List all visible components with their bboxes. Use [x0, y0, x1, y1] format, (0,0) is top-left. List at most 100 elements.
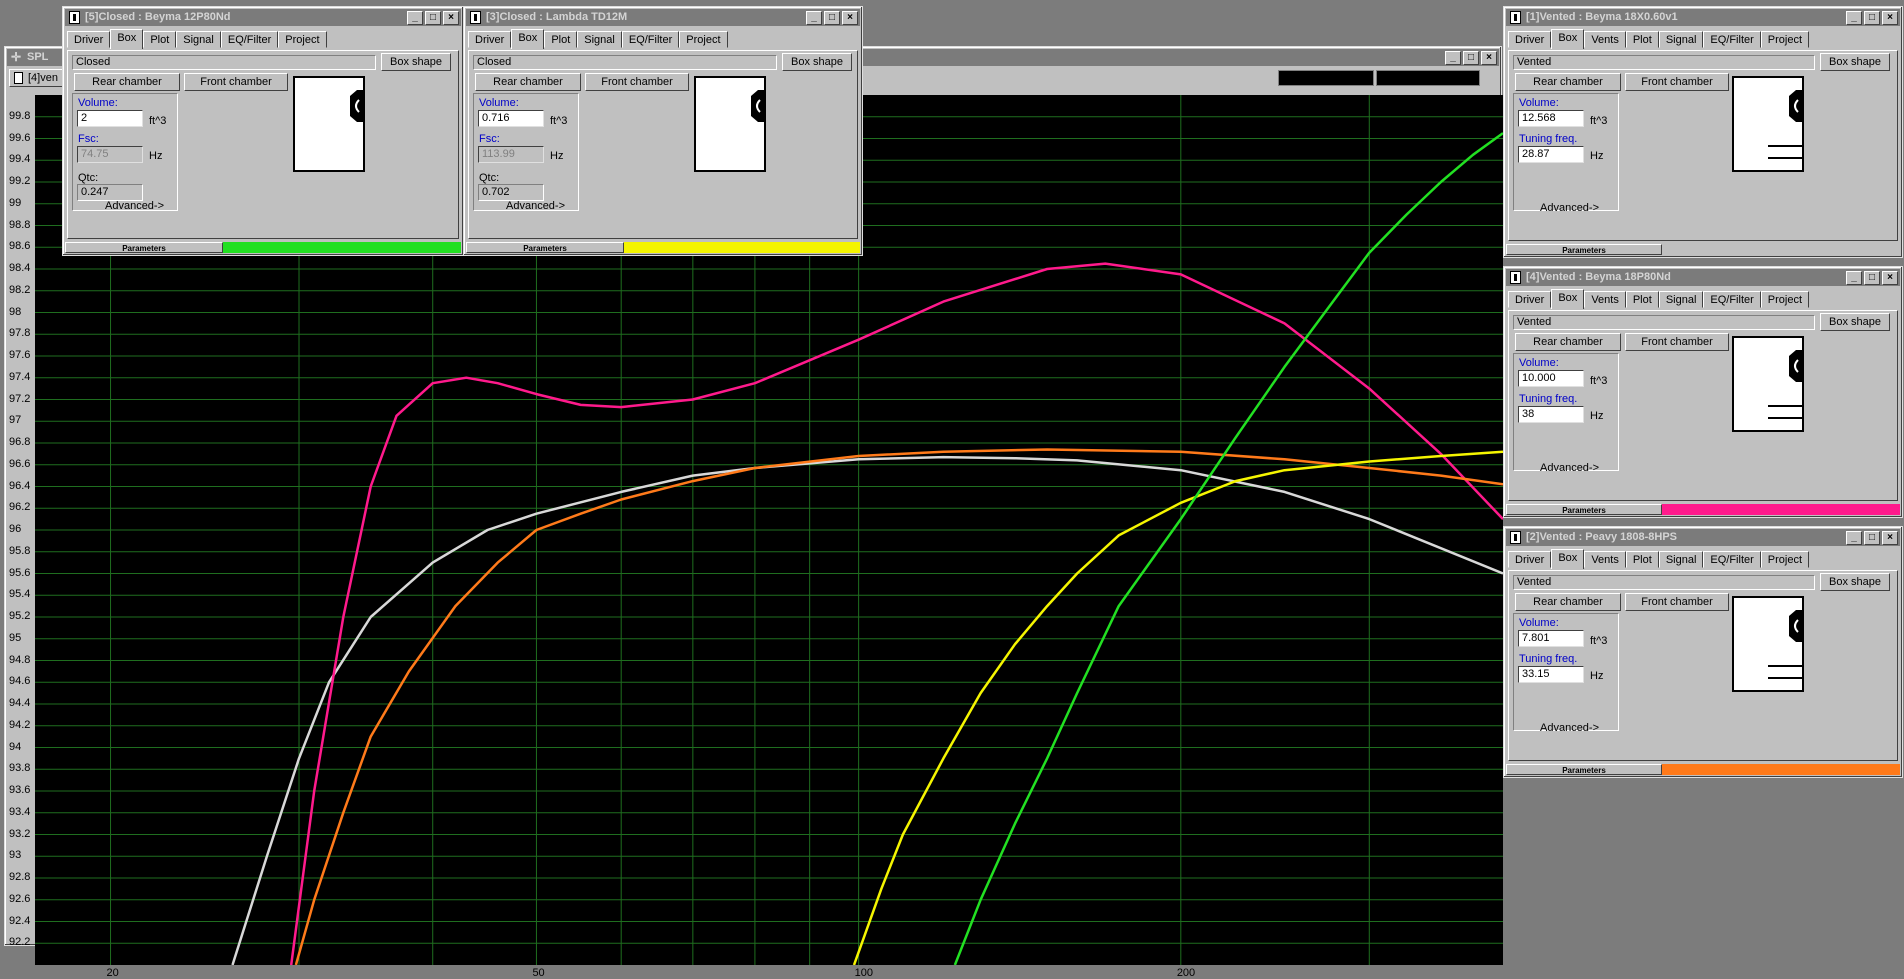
tab-plot[interactable]: Plot	[1625, 291, 1659, 308]
box-shape-button[interactable]: Box shape	[1820, 573, 1890, 591]
tab-project[interactable]: Project	[1760, 31, 1810, 48]
tab-eqfilter[interactable]: EQ/Filter	[1703, 551, 1761, 568]
tab-series-4[interactable]: [4]ven	[9, 69, 69, 87]
close-button[interactable]: ×	[443, 11, 459, 25]
readout-box-2	[1376, 70, 1480, 86]
minimize-button[interactable]: _	[1846, 271, 1862, 285]
close-button[interactable]: ×	[1481, 51, 1497, 65]
maximize-button[interactable]: □	[425, 11, 441, 25]
minimize-button[interactable]: _	[1445, 51, 1461, 65]
tab-project[interactable]: Project	[278, 31, 327, 48]
tab-driver[interactable]: Driver	[1508, 291, 1552, 308]
front-chamber-button[interactable]: Front chamber	[585, 73, 689, 91]
tab-signal[interactable]: Signal	[1658, 31, 1704, 48]
advanced-button[interactable]: Advanced->	[105, 200, 164, 212]
tuning-freq-input[interactable]: 38	[1518, 406, 1584, 423]
volume-input[interactable]: 2	[77, 110, 143, 127]
tab-eqfilter[interactable]: EQ/Filter	[220, 31, 279, 48]
rear-chamber-button[interactable]: Rear chamber	[475, 73, 581, 91]
minimize-button[interactable]: _	[1846, 11, 1862, 25]
series-line-2	[294, 448, 1503, 965]
parameters-status: Parameters	[1506, 504, 1662, 515]
tab-box[interactable]: Box	[1551, 549, 1585, 569]
window-titlebar[interactable]: [4]Vented : Beyma 18P80Nd _ □ ×	[1506, 269, 1900, 286]
y-tick-label: 92.8	[9, 871, 31, 883]
maximize-button[interactable]: □	[824, 11, 840, 25]
window-titlebar[interactable]: [3]Closed : Lambda TD12M _ □ ×	[466, 9, 860, 26]
rear-chamber-button[interactable]: Rear chamber	[74, 73, 180, 91]
box-shape-button[interactable]: Box shape	[782, 53, 852, 71]
minimize-button[interactable]: _	[1846, 531, 1862, 545]
tab-signal[interactable]: Signal	[1658, 291, 1704, 308]
close-button[interactable]: ×	[1882, 531, 1898, 545]
tab-vents[interactable]: Vents	[1584, 551, 1626, 568]
tab-vents[interactable]: Vents	[1584, 31, 1626, 48]
close-button[interactable]: ×	[842, 11, 858, 25]
tuning-freq-input[interactable]: 28.87	[1518, 146, 1584, 163]
advanced-button[interactable]: Advanced->	[506, 200, 565, 212]
tab-vents[interactable]: Vents	[1584, 291, 1626, 308]
maximize-button[interactable]: □	[1864, 271, 1880, 285]
close-button[interactable]: ×	[1882, 271, 1898, 285]
tab-plot[interactable]: Plot	[1625, 31, 1659, 48]
tab-driver[interactable]: Driver	[468, 31, 512, 48]
volume-input[interactable]: 7.801	[1518, 630, 1584, 647]
maximize-button[interactable]: □	[1463, 51, 1479, 65]
tab-box[interactable]: Box	[1551, 29, 1585, 49]
volume-unit: ft^3	[149, 115, 167, 127]
box-shape-button[interactable]: Box shape	[1820, 313, 1890, 331]
driver-window-w3[interactable]: [3]Closed : Lambda TD12M _ □ × Driver Box…	[463, 6, 863, 256]
tab-eqfilter[interactable]: EQ/Filter	[1703, 31, 1761, 48]
minimize-button[interactable]: _	[806, 11, 822, 25]
tab-project[interactable]: Project	[1760, 551, 1810, 568]
maximize-button[interactable]: □	[1864, 11, 1880, 25]
front-chamber-button[interactable]: Front chamber	[184, 73, 288, 91]
tab-project[interactable]: Project	[1760, 291, 1810, 308]
tab-box[interactable]: Box	[1551, 289, 1585, 309]
volume-input[interactable]: 10.000	[1518, 370, 1584, 387]
tab-driver[interactable]: Driver	[1508, 31, 1552, 48]
driver-window-w1[interactable]: [1]Vented : Beyma 18X0.60v1 _ □ × Driver…	[1503, 6, 1903, 258]
window-titlebar[interactable]: [5]Closed : Beyma 12P80Nd _ □ ×	[65, 9, 461, 26]
tab-driver[interactable]: Driver	[67, 31, 111, 48]
tab-signal[interactable]: Signal	[577, 31, 622, 48]
minimize-button[interactable]: _	[407, 11, 423, 25]
volume-input[interactable]: 0.716	[478, 110, 544, 127]
front-chamber-button[interactable]: Front chamber	[1625, 593, 1729, 611]
tab-signal[interactable]: Signal	[176, 31, 221, 48]
tuning-freq-input[interactable]: 33.15	[1518, 666, 1584, 683]
tab-plot[interactable]: Plot	[1625, 551, 1659, 568]
window-titlebar[interactable]: [1]Vented : Beyma 18X0.60v1 _ □ ×	[1506, 9, 1900, 26]
box-shape-button[interactable]: Box shape	[381, 53, 451, 71]
tab-eqfilter[interactable]: EQ/Filter	[621, 31, 680, 48]
close-button[interactable]: ×	[1882, 11, 1898, 25]
tab-signal[interactable]: Signal	[1658, 551, 1704, 568]
tab-strip: Driver Box Plot Signal EQ/Filter Project	[468, 29, 858, 49]
advanced-button[interactable]: Advanced->	[1540, 722, 1599, 734]
tab-box[interactable]: Box	[110, 29, 144, 49]
driver-window-w5[interactable]: [5]Closed : Beyma 12P80Nd _ □ × Driver Bo…	[62, 6, 464, 256]
advanced-button[interactable]: Advanced->	[1540, 462, 1599, 474]
tab-eqfilter[interactable]: EQ/Filter	[1703, 291, 1761, 308]
maximize-button[interactable]: □	[1864, 531, 1880, 545]
rear-chamber-button[interactable]: Rear chamber	[1515, 593, 1621, 611]
driver-window-w4[interactable]: [4]Vented : Beyma 18P80Nd _ □ × Driver Bo…	[1503, 266, 1903, 518]
tab-driver[interactable]: Driver	[1508, 551, 1552, 568]
rear-chamber-button[interactable]: Rear chamber	[1515, 73, 1621, 91]
y-tick-label: 93	[9, 849, 22, 862]
front-chamber-button[interactable]: Front chamber	[1625, 333, 1729, 351]
tab-box[interactable]: Box	[511, 29, 545, 49]
tab-project[interactable]: Project	[679, 31, 728, 48]
tab-plot[interactable]: Plot	[544, 31, 578, 48]
driver-window-w2[interactable]: [2]Vented : Peavy 1808-8HPS _ □ × Driver…	[1503, 526, 1903, 778]
fsc-field: 113.99	[478, 146, 544, 163]
tab-plot[interactable]: Plot	[143, 31, 177, 48]
front-chamber-button[interactable]: Front chamber	[1625, 73, 1729, 91]
rear-chamber-button[interactable]: Rear chamber	[1515, 333, 1621, 351]
volume-input[interactable]: 12.568	[1518, 110, 1584, 127]
box-shape-button[interactable]: Box shape	[1820, 53, 1890, 71]
advanced-button[interactable]: Advanced->	[1540, 202, 1599, 214]
y-tick-label: 96.2	[9, 501, 31, 514]
window-titlebar[interactable]: [2]Vented : Peavy 1808-8HPS _ □ ×	[1506, 529, 1900, 546]
y-tick-label: 98.2	[9, 283, 31, 296]
